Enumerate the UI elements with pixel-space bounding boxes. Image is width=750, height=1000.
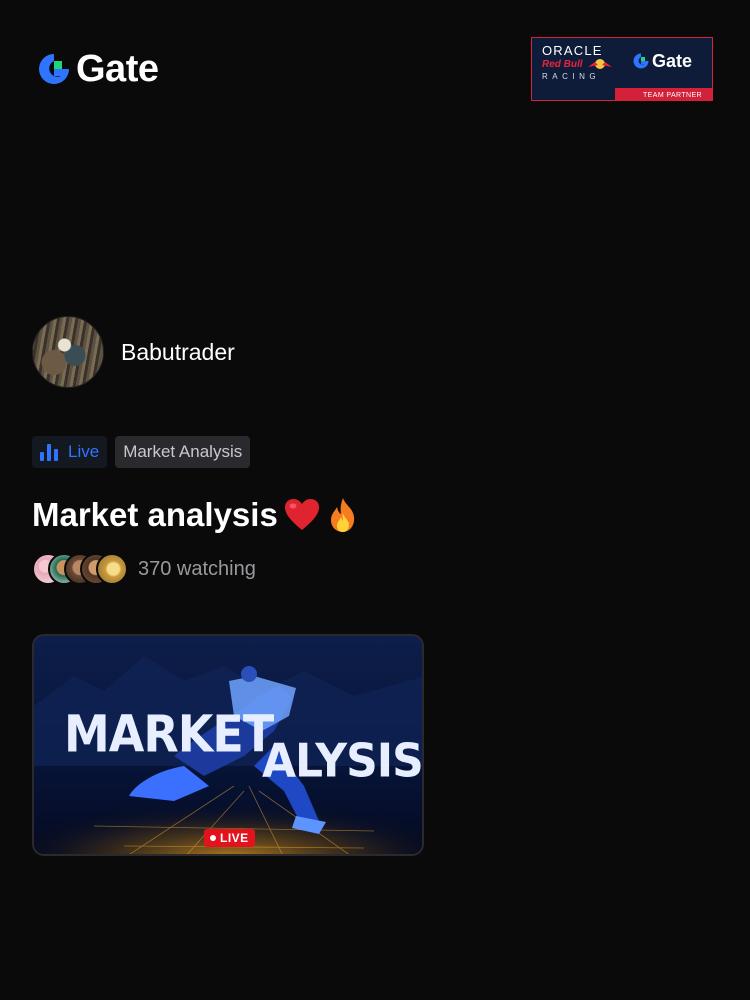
live-tag-label: Live xyxy=(68,442,100,461)
gate-logo-text: Gate xyxy=(76,48,159,90)
stream-title: Market analysis xyxy=(32,496,360,534)
thumbnail-text-market: MARKET xyxy=(64,705,274,764)
redbull-bulls-icon xyxy=(588,59,612,69)
team-partner-label: TEAM PARTNER xyxy=(643,92,702,99)
thumbnail-text-analysis: ALYSIS xyxy=(262,734,423,788)
racing-text: RACING xyxy=(542,72,601,81)
viewer-count: 370 watching xyxy=(32,553,256,585)
stream-tags: Live Market Analysis xyxy=(32,436,251,468)
redbull-text: Red Bull xyxy=(542,59,583,70)
host-name[interactable]: Babutrader xyxy=(121,339,235,366)
team-partner-badge: ORACLE Red Bull RACING Gate TEAM PARTNER xyxy=(531,37,713,101)
category-tag[interactable]: Market Analysis xyxy=(115,436,251,468)
host-profile[interactable]: Babutrader xyxy=(32,316,235,388)
heart-icon xyxy=(284,498,320,532)
live-badge: LIVE xyxy=(204,829,255,847)
watching-count: 370 watching xyxy=(138,557,256,580)
partner-gate-text: Gate xyxy=(652,51,693,71)
live-tag: Live xyxy=(32,436,108,468)
live-badge-label: LIVE xyxy=(220,831,249,845)
gate-logo-icon xyxy=(39,54,69,84)
viewer-avatars xyxy=(32,553,128,585)
gate-small-icon xyxy=(633,53,649,69)
stream-thumbnail-image: MARKET ALYSIS xyxy=(34,636,423,854)
partner-gate-logo: Gate xyxy=(632,52,692,70)
host-avatar[interactable] xyxy=(32,316,104,388)
viewer-avatar xyxy=(96,553,128,585)
stream-title-text: Market analysis xyxy=(32,496,278,533)
live-dot-icon xyxy=(210,835,216,841)
live-bars-icon xyxy=(40,443,58,461)
oracle-text: ORACLE xyxy=(542,43,603,58)
fire-icon xyxy=(326,497,360,533)
stream-thumbnail-card[interactable]: MARKET ALYSIS LIVE xyxy=(32,634,424,856)
gate-logo[interactable]: Gate xyxy=(36,48,159,90)
